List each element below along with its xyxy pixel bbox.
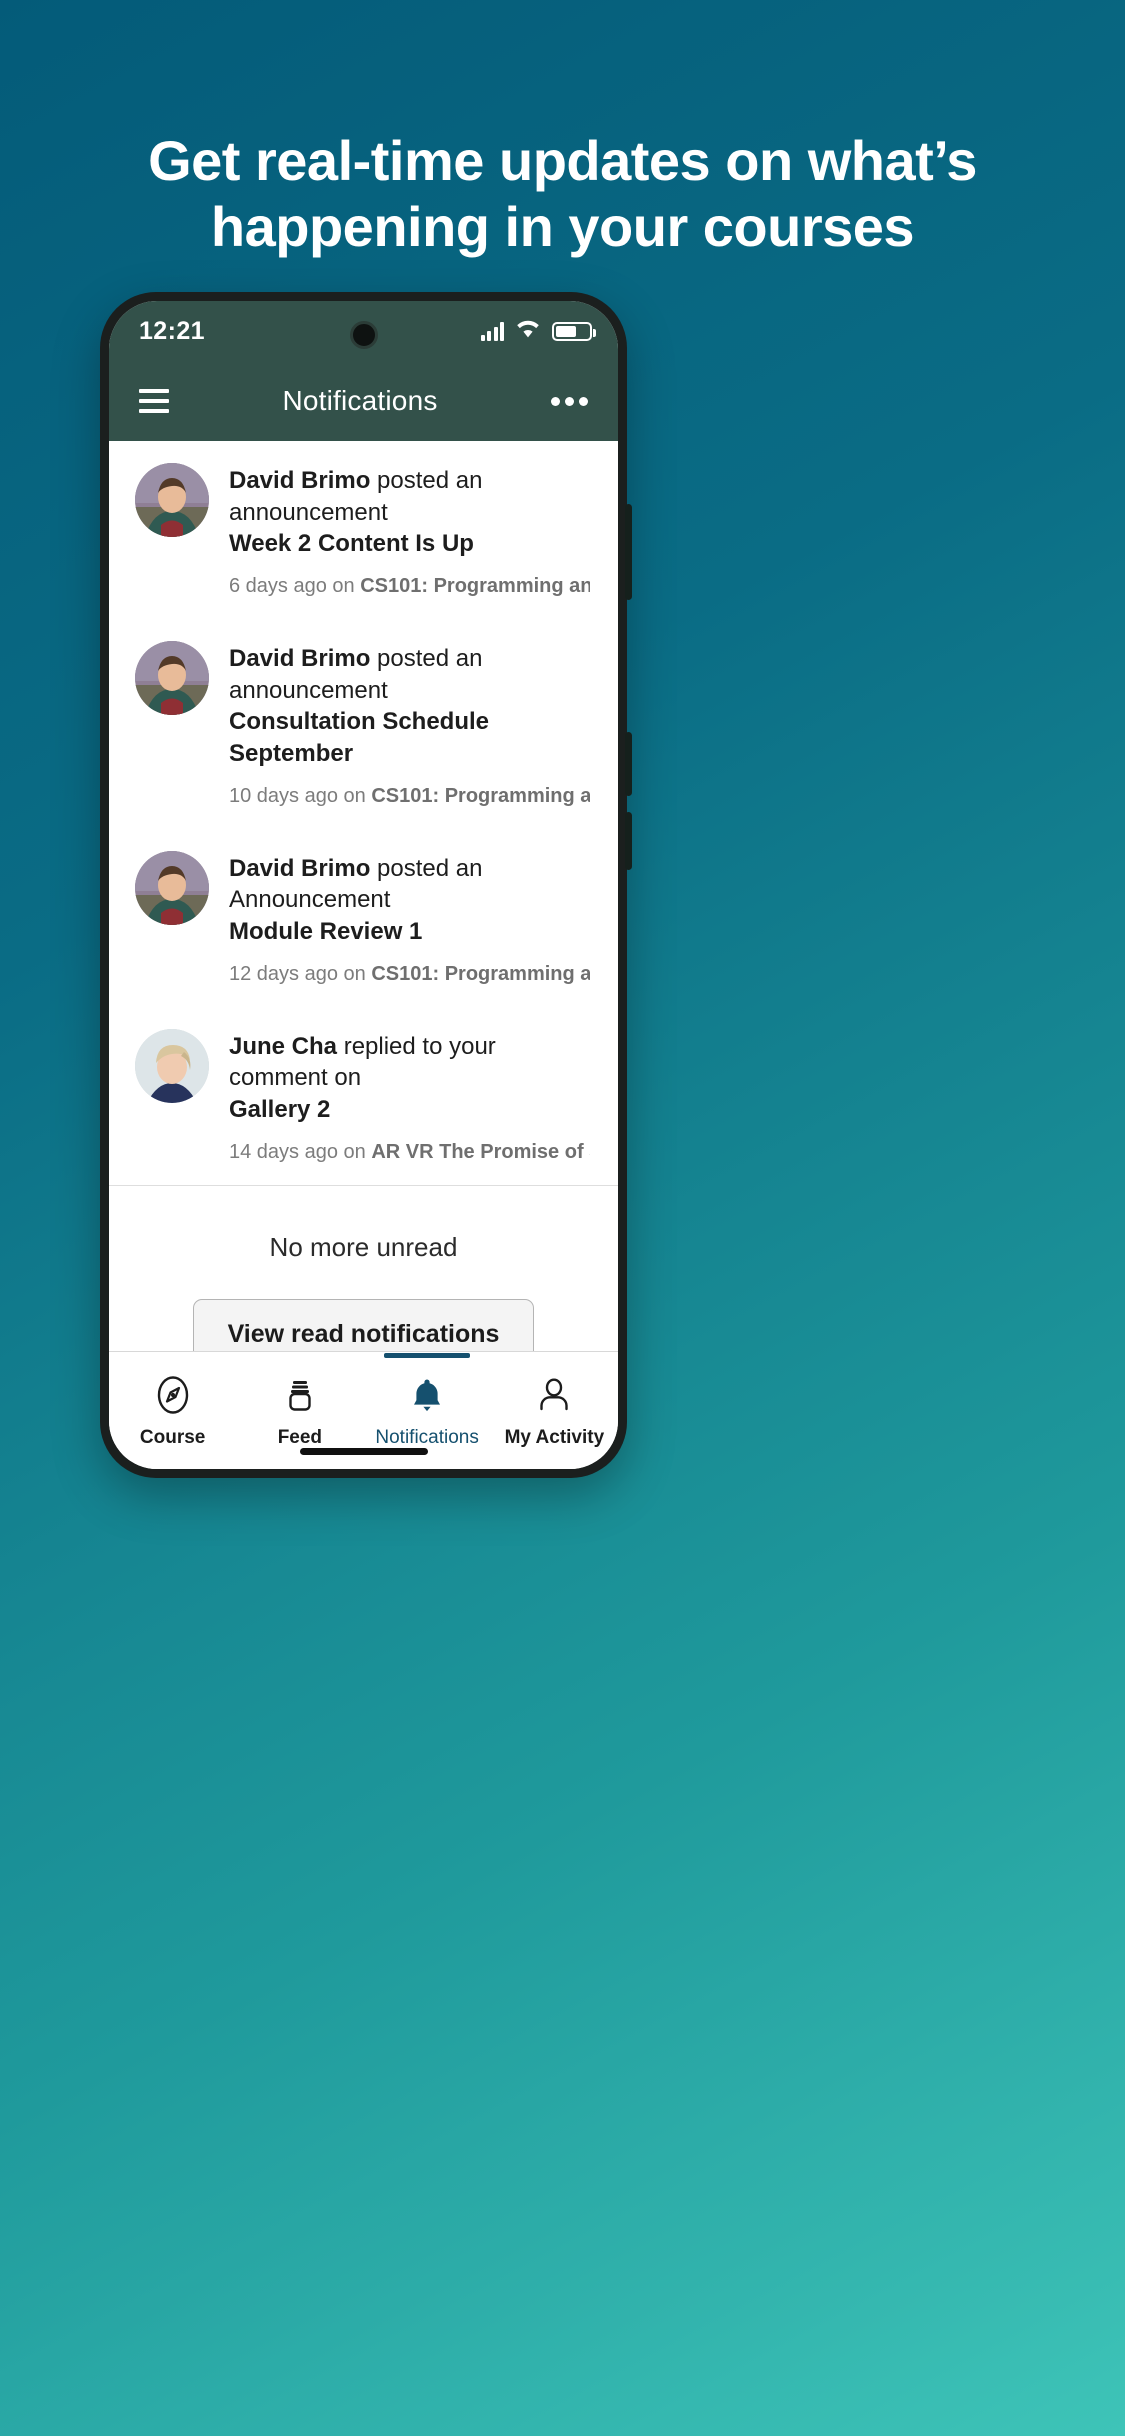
notification-title: Module Review 1 — [229, 918, 423, 946]
tab-label: Notifications — [375, 1427, 479, 1448]
home-indicator — [299, 1448, 428, 1455]
wifi-icon — [515, 319, 541, 343]
notification-item[interactable]: David Brimo posted an announcement Consu… — [109, 619, 618, 829]
tab-course[interactable]: Course — [109, 1354, 236, 1469]
notification-item[interactable]: David Brimo posted an Announcement Modul… — [109, 829, 618, 1007]
phone-screen: 12:21 Notifications David Brimo posted a… — [109, 301, 618, 1469]
hamburger-menu-icon[interactable] — [139, 389, 169, 413]
notification-context: AR VR The Promise of Sci-Fi — [371, 1140, 590, 1163]
empty-state-message: No more unread — [269, 1231, 458, 1262]
notification-actor: David Brimo — [229, 854, 371, 882]
view-read-notifications-button[interactable]: View read notifications — [192, 1298, 535, 1351]
phone-power-button — [625, 732, 632, 796]
phone-mockup: 12:21 Notifications David Brimo posted a… — [100, 292, 632, 1478]
notification-actor: David Brimo — [229, 645, 371, 673]
status-time: 12:21 — [139, 316, 205, 345]
promo-headline: Get real-time updates on what’s happenin… — [0, 128, 1125, 260]
tab-label: Course — [139, 1427, 206, 1448]
compass-icon — [152, 1374, 194, 1416]
empty-state: No more unread View read notifications — [109, 1185, 618, 1351]
avatar — [135, 641, 209, 716]
notification-item[interactable]: June Cha replied to your comment on Gall… — [109, 1007, 618, 1185]
page-title: Notifications — [282, 385, 438, 416]
notification-title: Consultation Schedule September — [229, 708, 490, 768]
tab-my-activity[interactable]: My Activity — [491, 1354, 618, 1469]
notification-body: David Brimo posted an Announcement Modul… — [229, 851, 590, 987]
bell-icon — [406, 1374, 448, 1416]
battery-icon — [552, 321, 596, 341]
tab-label: Feed — [277, 1427, 323, 1448]
notification-time: 6 days ago on — [229, 575, 361, 598]
camera-punch-hole-icon — [349, 321, 378, 349]
notification-context: CS101: Programming and Comp — [360, 575, 590, 598]
status-icons — [480, 319, 596, 343]
notification-context: CS101: Programming and Comp — [371, 962, 590, 985]
avatar — [135, 1028, 209, 1103]
app-bar: Notifications — [109, 361, 618, 441]
notification-body: David Brimo posted an announcement Consu… — [229, 641, 590, 809]
notification-item[interactable]: David Brimo posted an announcement Week … — [109, 441, 618, 619]
tab-label: My Activity — [504, 1427, 605, 1448]
notification-time: 14 days ago on — [229, 1140, 372, 1163]
more-options-icon[interactable] — [551, 396, 588, 406]
headline-line-2: happening in your courses — [210, 195, 915, 259]
notification-actor: June Cha — [229, 1032, 338, 1060]
notification-meta: 10 days ago on CS101: Programming and Co… — [229, 783, 590, 809]
phone-volume-button — [625, 504, 632, 600]
notification-list: David Brimo posted an announcement Week … — [109, 441, 618, 1351]
headline-line-1: Get real-time updates on what’s — [148, 129, 977, 192]
notification-actor-line: David Brimo posted an Announcement — [229, 853, 590, 916]
notification-context: CS101: Programming and Comp — [371, 784, 590, 807]
jar-icon — [279, 1374, 321, 1416]
signal-icon — [480, 321, 504, 341]
phone-extra-button — [625, 812, 632, 870]
avatar — [135, 463, 209, 537]
notification-actor-line: David Brimo posted an announcement — [229, 465, 590, 528]
avatar — [135, 850, 209, 925]
status-bar: 12:21 — [109, 301, 618, 361]
notification-body: June Cha replied to your comment on Gall… — [229, 1029, 590, 1165]
person-icon — [533, 1374, 575, 1416]
notification-title: Gallery 2 — [229, 1096, 331, 1124]
notification-title: Week 2 Content Is Up — [229, 530, 474, 558]
notification-meta: 6 days ago on CS101: Programming and Com… — [229, 573, 590, 599]
notification-body: David Brimo posted an announcement Week … — [229, 463, 590, 599]
notification-meta: 14 days ago on AR VR The Promise of Sci-… — [229, 1139, 590, 1165]
notification-time: 12 days ago on — [229, 962, 372, 985]
notification-actor-line: David Brimo posted an announcement — [229, 643, 590, 706]
notification-actor: David Brimo — [229, 467, 371, 494]
notification-meta: 12 days ago on CS101: Programming and Co… — [229, 961, 590, 987]
notification-time: 10 days ago on — [229, 784, 372, 807]
notification-actor-line: June Cha replied to your comment on — [229, 1031, 590, 1094]
tab-active-indicator — [384, 1353, 471, 1358]
